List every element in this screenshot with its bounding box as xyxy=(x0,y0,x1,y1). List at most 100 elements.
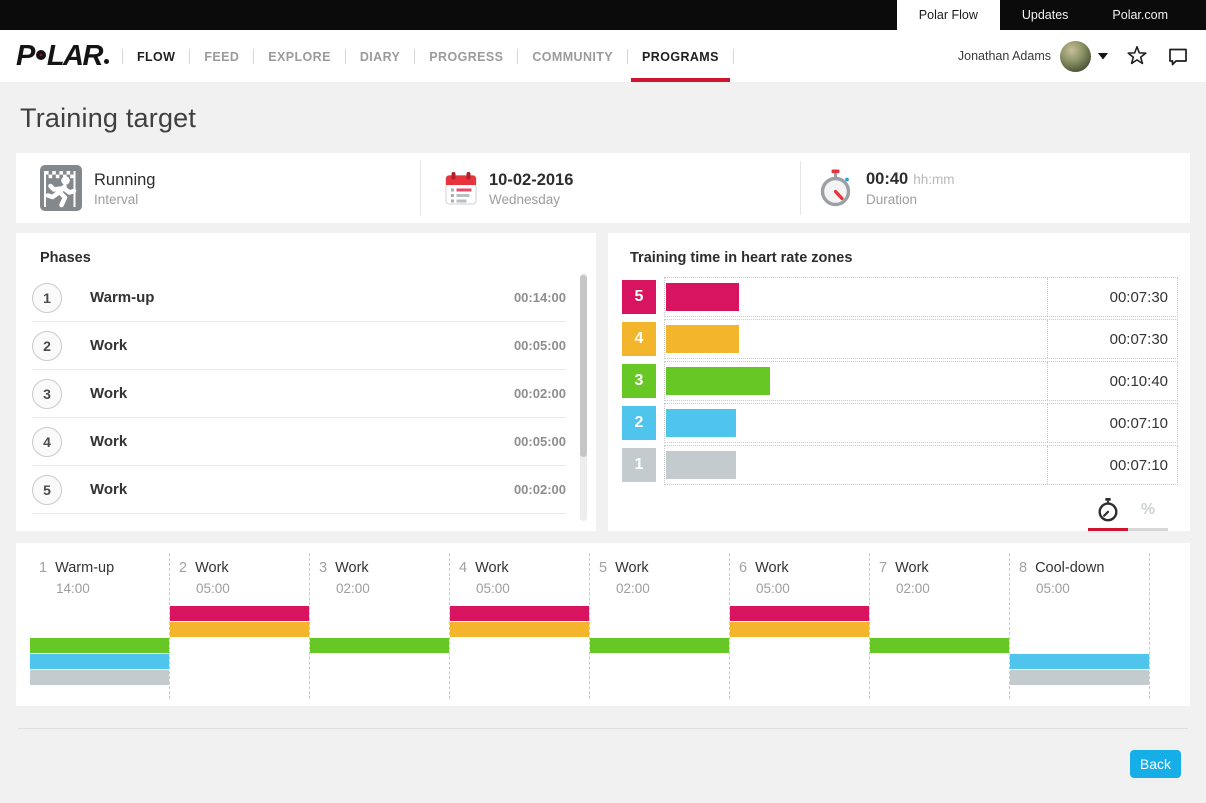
timeline-phase-4[interactable]: 4Work05:00 xyxy=(449,553,589,699)
phase-duration: 00:14:00 xyxy=(514,290,566,305)
zone-time: 00:07:30 xyxy=(1047,278,1177,316)
timeline-phase-label: 8Cool-down xyxy=(1010,560,1149,576)
logo-period xyxy=(104,59,109,64)
timeline-bar-zone-5 xyxy=(450,606,589,621)
hr-zone-row-2: 200:07:10 xyxy=(622,403,1178,443)
unit-percent-option[interactable]: % xyxy=(1128,497,1168,531)
timeline-phase-label: 3Work xyxy=(310,560,449,576)
zone-bar-track: 00:10:40 xyxy=(664,361,1178,401)
phases-list: 1Warm-up00:14:002Work00:05:003Work00:02:… xyxy=(32,274,566,514)
zone-badge-4: 4 xyxy=(622,322,656,356)
timeline-phase-5[interactable]: 5Work02:00 xyxy=(589,553,729,699)
zone-badge-2: 2 xyxy=(622,406,656,440)
topbar-tab-polar-flow[interactable]: Polar Flow xyxy=(897,0,1000,30)
zones-title: Training time in heart rate zones xyxy=(622,244,1178,277)
top-bar: Polar FlowUpdatesPolar.com xyxy=(0,0,1206,30)
phase-name: Warm-up xyxy=(90,289,154,306)
phases-panel: Phases 1Warm-up00:14:002Work00:05:003Wor… xyxy=(16,233,596,531)
phase-row-3[interactable]: 3Work00:02:00 xyxy=(32,370,566,418)
summary-date: 10-02-2016 Wednesday xyxy=(420,161,800,215)
phase-name: Work xyxy=(90,433,127,450)
timeline-bar-zone-5 xyxy=(170,606,309,621)
timeline-phase-duration: 05:00 xyxy=(450,581,589,596)
nav-item-flow[interactable]: FLOW xyxy=(132,30,180,82)
calendar-icon xyxy=(445,171,477,206)
timeline-bar-zone-4 xyxy=(170,622,309,637)
timeline-bar-zone-2 xyxy=(1010,654,1149,669)
back-button[interactable]: Back xyxy=(1130,750,1181,778)
phases-scrollbar[interactable] xyxy=(580,273,587,521)
timeline-phase-7[interactable]: 7Work02:00 xyxy=(869,553,1009,699)
phase-name: Work xyxy=(90,337,127,354)
timeline-phase-duration: 02:00 xyxy=(590,581,729,596)
phase-row-4[interactable]: 4Work00:05:00 xyxy=(32,418,566,466)
zone-bar xyxy=(666,283,739,311)
nav-item-community[interactable]: COMMUNITY xyxy=(527,30,618,82)
timeline-phase-number: 6 xyxy=(739,560,747,576)
phase-number: 5 xyxy=(32,475,62,505)
zone-time: 00:10:40 xyxy=(1047,362,1177,400)
timeline-zone-bars xyxy=(310,606,449,686)
timeline-phase-name: Work xyxy=(335,560,369,576)
unit-time-option[interactable] xyxy=(1088,497,1128,531)
scrollbar-thumb[interactable] xyxy=(580,275,587,457)
sport-name: Running xyxy=(94,170,155,190)
polar-logo[interactable]: PLAR xyxy=(16,40,109,73)
timeline-phase-name: Warm-up xyxy=(55,560,114,576)
topbar-tab-updates[interactable]: Updates xyxy=(1000,0,1091,30)
timeline-bar-zone-2 xyxy=(30,654,169,669)
nav-item-programs[interactable]: PROGRAMS xyxy=(637,30,724,82)
zone-badge-1: 1 xyxy=(622,448,656,482)
avatar[interactable] xyxy=(1060,41,1091,72)
timeline-phase-6[interactable]: 6Work05:00 xyxy=(729,553,869,699)
main-nav: FLOW FEED EXPLORE DIARY PROGRESS COMMUNITY PRO… xyxy=(113,30,743,82)
topbar-tab-polar-com[interactable]: Polar.com xyxy=(1090,0,1190,30)
nav-separator xyxy=(517,49,518,64)
zones-list: 500:07:30400:07:30300:10:40200:07:10100:… xyxy=(622,277,1178,485)
timeline-bar-zone-5 xyxy=(730,606,869,621)
stopwatch-toggle-icon xyxy=(1096,497,1120,523)
zone-bar xyxy=(666,451,736,479)
phase-row-2[interactable]: 2Work00:05:00 xyxy=(32,322,566,370)
timeline-phase-name: Work xyxy=(615,560,649,576)
nav-item-explore[interactable]: EXPLORE xyxy=(263,30,336,82)
timeline-phase-3[interactable]: 3Work02:00 xyxy=(309,553,449,699)
timeline-phase-duration: 05:00 xyxy=(1010,581,1149,596)
hr-zone-row-1: 100:07:10 xyxy=(622,445,1178,485)
phase-number: 3 xyxy=(32,379,62,409)
heart-rate-zones-panel: Training time in heart rate zones 500:07… xyxy=(608,233,1190,531)
timeline-phase-1[interactable]: 1Warm-up14:00 xyxy=(30,553,169,699)
summary-sport: Running Interval xyxy=(16,161,420,215)
zone-bar-track: 00:07:30 xyxy=(664,277,1178,317)
phase-row-5[interactable]: 5Work00:02:00 xyxy=(32,466,566,514)
timeline-bar-zone-4 xyxy=(450,622,589,637)
timeline-phase-label: 2Work xyxy=(170,560,309,576)
zone-bar-area xyxy=(665,320,1047,358)
timeline-phase-8[interactable]: 8Cool-down 05:00 xyxy=(1009,553,1150,699)
timeline-zone-bars xyxy=(590,606,729,686)
timeline-zone-bars xyxy=(730,606,869,686)
timeline-phase-number: 7 xyxy=(879,560,887,576)
navigation-bar: PLAR FLOW FEED EXPLORE DIARY PROGRESS COMMUNI… xyxy=(0,30,1206,82)
phase-duration: 00:05:00 xyxy=(514,434,566,449)
timeline-zone-bars xyxy=(1010,606,1149,686)
chevron-down-icon[interactable] xyxy=(1098,53,1108,60)
nav-item-feed[interactable]: FEED xyxy=(199,30,244,82)
zone-time: 00:07:30 xyxy=(1047,320,1177,358)
stopwatch-icon xyxy=(817,169,854,208)
messages-bubble-icon[interactable] xyxy=(1166,44,1190,68)
nav-item-diary[interactable]: DIARY xyxy=(355,30,405,82)
nav-separator xyxy=(122,49,123,64)
timeline-phase-number: 4 xyxy=(459,560,467,576)
timeline-bar-zone-3 xyxy=(590,638,729,653)
phase-row-1[interactable]: 1Warm-up00:14:00 xyxy=(32,274,566,322)
favorites-star-icon[interactable] xyxy=(1125,44,1149,68)
nav-item-progress[interactable]: PROGRESS xyxy=(424,30,508,82)
running-sport-icon xyxy=(40,165,82,211)
timeline-phase-name: Work xyxy=(755,560,789,576)
timeline-phase-2[interactable]: 2Work05:00 xyxy=(169,553,309,699)
timeline-phase-label: 6 Work xyxy=(730,560,869,576)
unit-time-underline xyxy=(1088,528,1128,531)
page-title: Training target xyxy=(20,103,1206,134)
zone-bar-area xyxy=(665,362,1047,400)
